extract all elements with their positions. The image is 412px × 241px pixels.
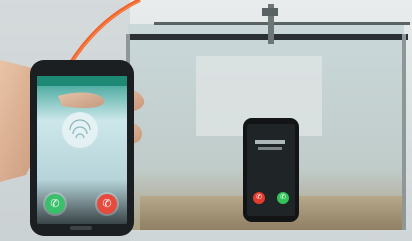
decline-call-icon: ✆ bbox=[256, 194, 262, 201]
tank-right-post bbox=[402, 34, 406, 230]
android-decline-call-button[interactable]: ✆ bbox=[97, 194, 117, 214]
decline-call-icon: ✆ bbox=[102, 198, 112, 210]
tank-top-rail-back bbox=[154, 22, 410, 25]
accept-call-icon: ✆ bbox=[280, 194, 286, 201]
android-home-button bbox=[70, 226, 92, 230]
tank-top-rail bbox=[126, 34, 408, 40]
iphone-decline-call-button[interactable]: ✆ bbox=[253, 192, 265, 204]
android-phone-screen: ✆ ✆ bbox=[37, 76, 127, 224]
photo-scene: ✆ ✆ ✆ ✆ bbox=[0, 0, 412, 241]
tank-clamp bbox=[262, 8, 278, 16]
iphone-accept-call-button[interactable]: ✆ bbox=[277, 192, 289, 204]
accept-call-icon: ✆ bbox=[50, 198, 60, 210]
android-accept-call-button[interactable]: ✆ bbox=[45, 194, 65, 214]
iphone-screen: ✆ ✆ bbox=[247, 124, 295, 218]
